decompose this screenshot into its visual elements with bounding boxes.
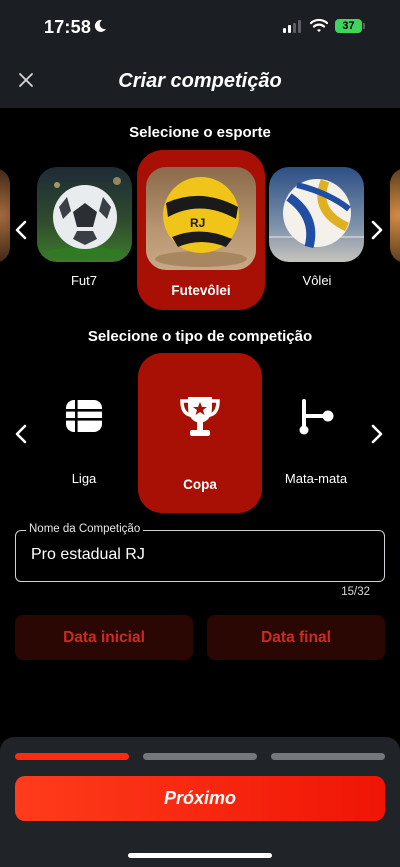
next-button[interactable]: Próximo <box>15 776 385 821</box>
sport-next-arrow-icon[interactable] <box>370 220 384 240</box>
sport-card-volei[interactable]: Vôlei <box>255 150 379 300</box>
soccer-ball-image <box>37 167 132 262</box>
competition-name-input[interactable] <box>31 546 361 564</box>
end-date-button[interactable]: Data final <box>207 615 385 660</box>
wifi-icon <box>310 18 328 32</box>
sport-section-title: Selecione o esporte <box>129 124 271 141</box>
sport-label-futevolei: Futevôlei <box>171 283 231 298</box>
bracket-icon <box>299 399 334 435</box>
type-card-liga[interactable]: Liga <box>28 360 140 500</box>
type-section-title: Selecione o tipo de competição <box>87 328 313 345</box>
type-label-copa: Copa <box>183 477 217 492</box>
sport-card-partial-left[interactable] <box>0 168 10 263</box>
competition-name-field[interactable] <box>15 530 385 582</box>
trophy-icon <box>180 397 220 436</box>
type-card-copa[interactable]: Copa <box>138 353 262 513</box>
signal-icon <box>283 20 301 33</box>
competition-name-label: Nome da Competição <box>26 523 144 535</box>
sport-card-fut7[interactable]: Fut7 <box>22 150 146 300</box>
type-label-liga: Liga <box>71 471 97 486</box>
volleyball-image <box>269 167 364 262</box>
type-label-mata-mata: Mata-mata <box>284 471 348 486</box>
step-indicator-1 <box>15 753 129 760</box>
status-time: 17:58 <box>44 17 92 37</box>
step-indicator-3 <box>271 753 385 760</box>
status-bar: 17:58 37 <box>0 0 400 56</box>
header: Criar competição <box>0 56 400 108</box>
sport-card-partial-right[interactable] <box>390 168 400 263</box>
list-icon <box>66 400 102 432</box>
footvolley-ball-image: RJ <box>146 167 256 270</box>
sport-label-volei: Vôlei <box>302 273 332 288</box>
type-prev-arrow-icon[interactable] <box>14 424 28 444</box>
home-indicator <box>128 853 272 858</box>
step-indicator-2 <box>143 753 257 760</box>
start-date-button[interactable]: Data inicial <box>15 615 193 660</box>
sport-card-futevolei[interactable]: RJ Futevôlei <box>137 150 265 310</box>
page-title: Criar competição <box>118 70 282 92</box>
moon-icon <box>94 19 106 32</box>
sport-label-fut7: Fut7 <box>70 273 97 288</box>
battery-icon: 37 <box>335 19 362 33</box>
type-next-arrow-icon[interactable] <box>370 424 384 444</box>
battery-tip <box>363 23 365 29</box>
svg-text:RJ: RJ <box>190 216 205 230</box>
type-card-mata-mata[interactable]: Mata-mata <box>260 360 372 500</box>
character-counter: 15/32 <box>341 586 370 598</box>
